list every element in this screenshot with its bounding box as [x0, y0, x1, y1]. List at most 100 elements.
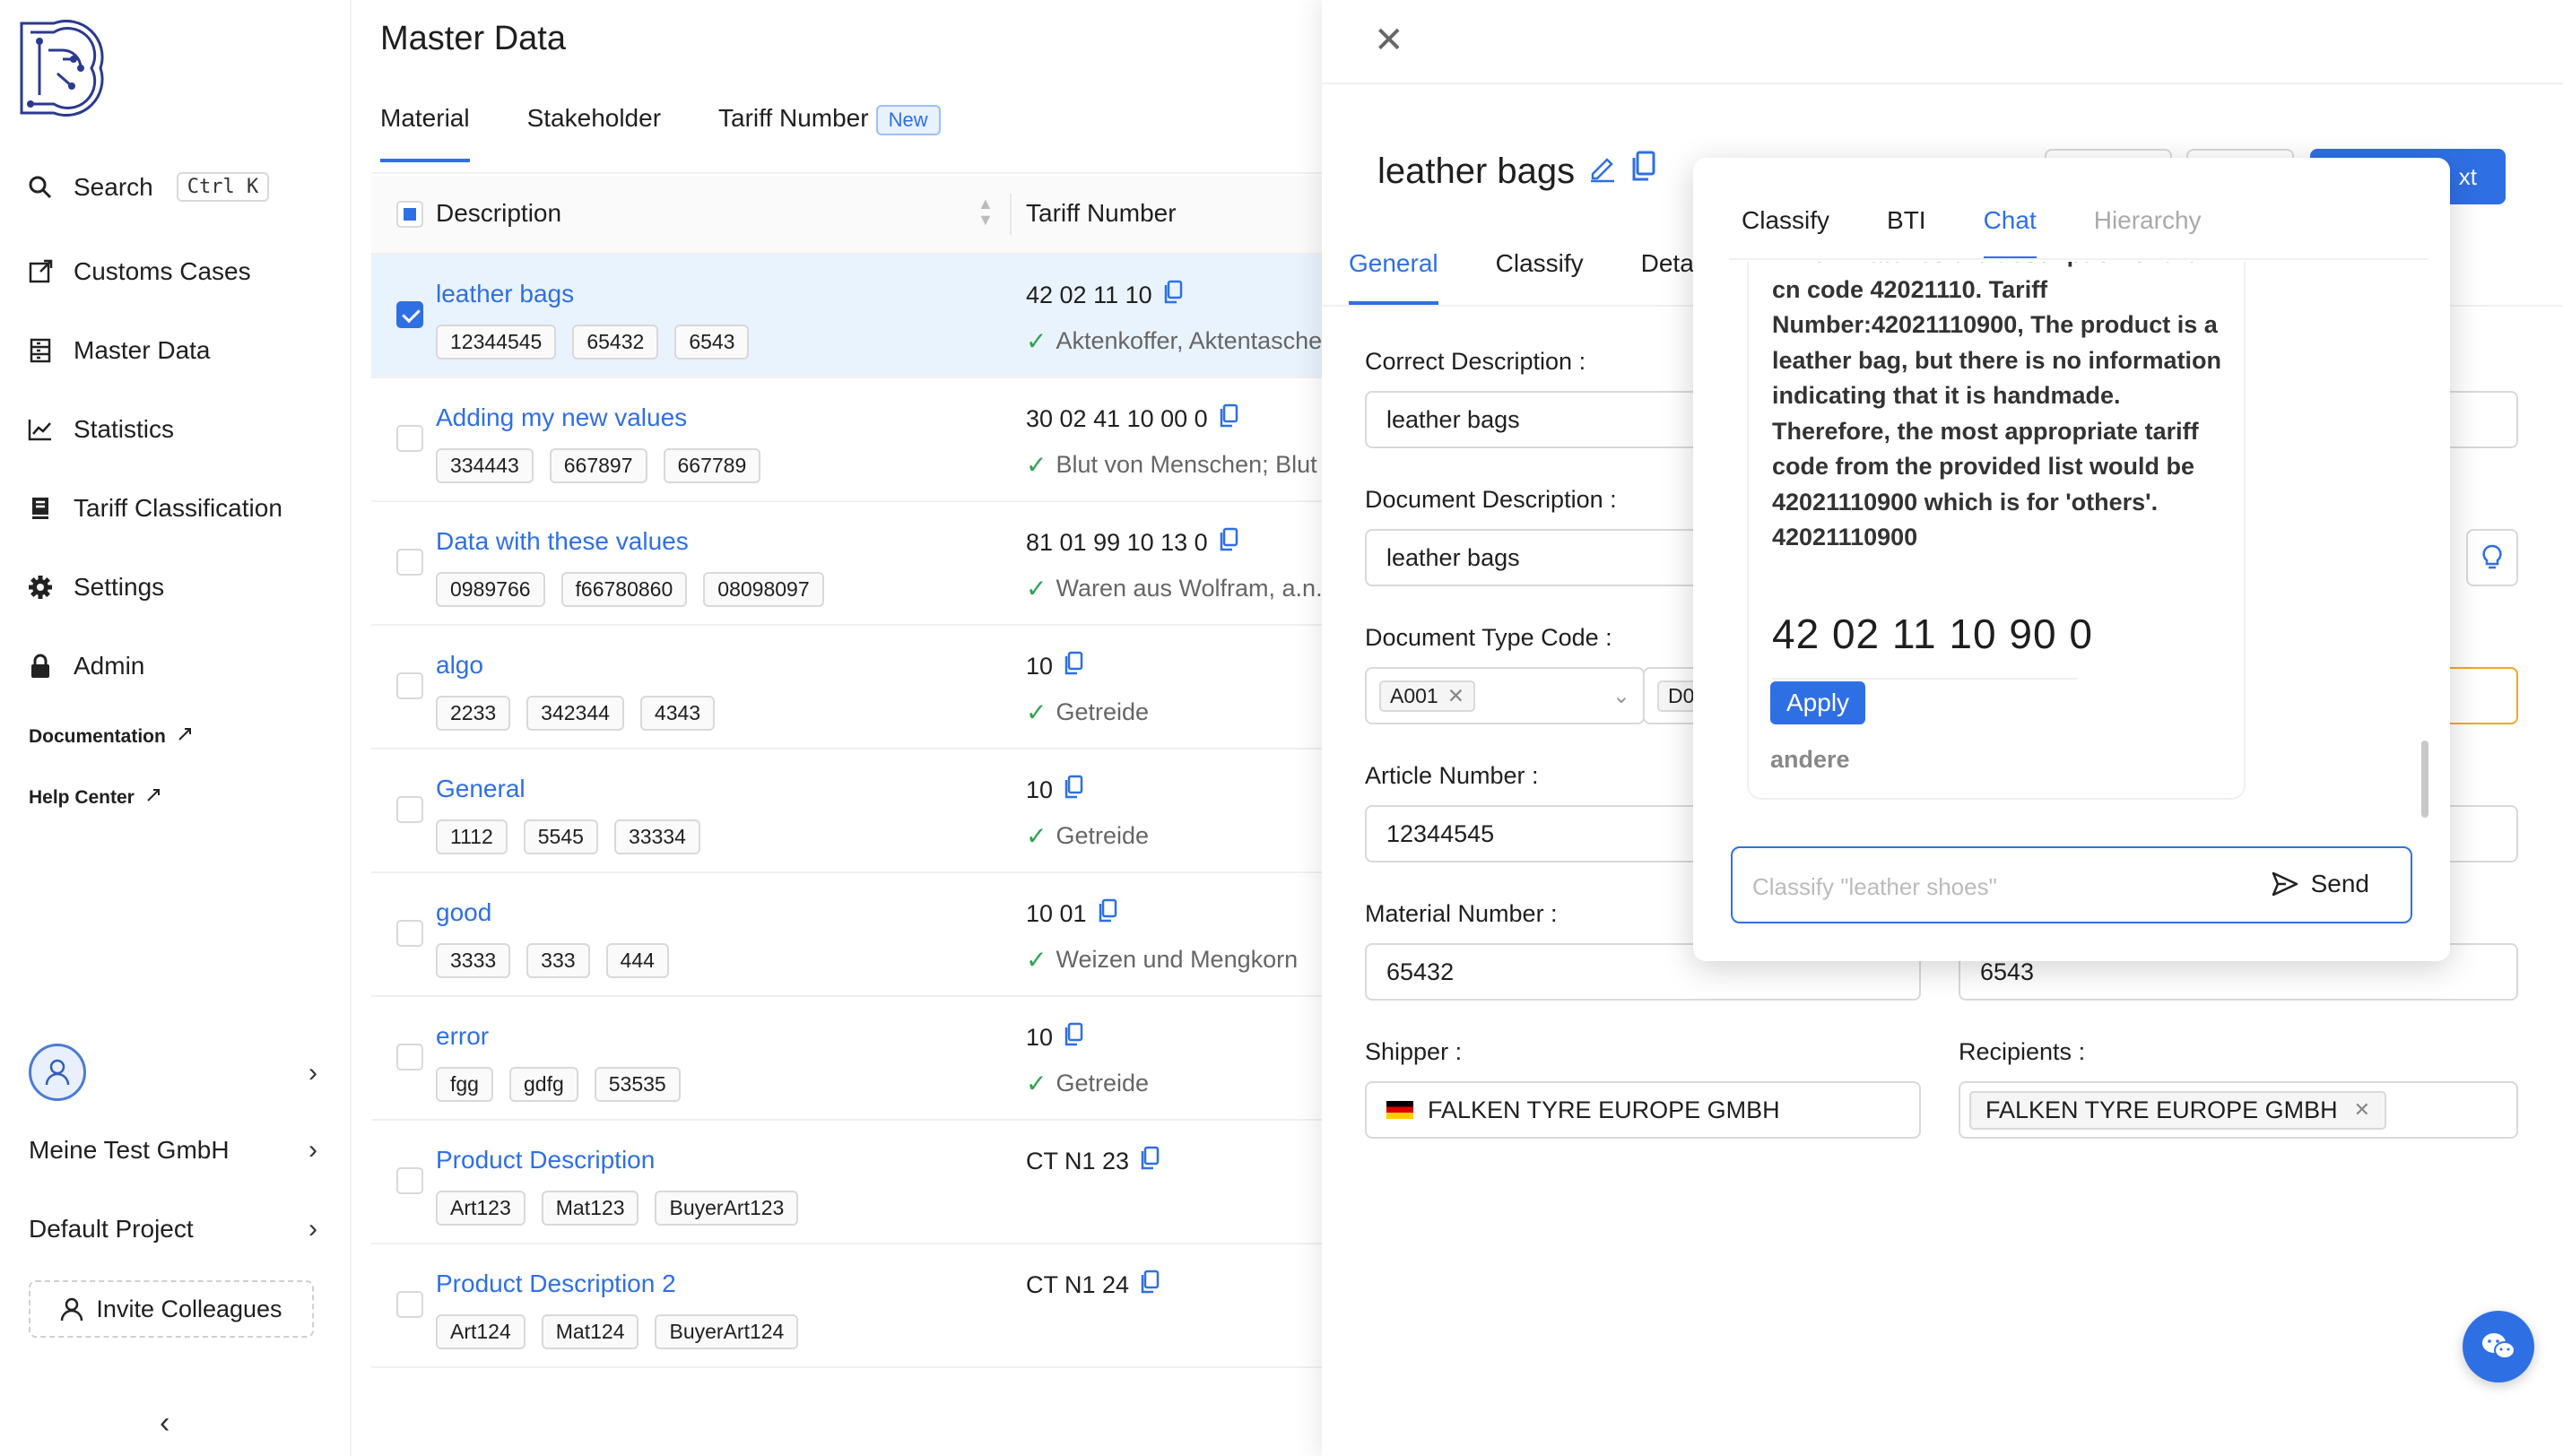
- row-checkbox[interactable]: [396, 672, 423, 699]
- copy-icon[interactable]: [1630, 151, 1657, 192]
- project-selector[interactable]: Default Project ›: [29, 1214, 317, 1244]
- row-description-link[interactable]: Product Description 2: [436, 1270, 676, 1298]
- shipper-label: Shipper :: [1365, 1038, 1463, 1065]
- row-checkbox[interactable]: [396, 549, 423, 576]
- tab-tariff-number[interactable]: Tariff Number New: [718, 104, 941, 162]
- collapse-sidebar-icon[interactable]: ‹: [160, 1406, 169, 1441]
- table-row[interactable]: leather bags 12344545 65432 6543 42 02 11 10…: [371, 255, 1335, 378]
- row-tag: 5545: [523, 819, 598, 854]
- row-tags: 12344545 65432 6543: [436, 325, 750, 360]
- drawer-title: leather bags: [1377, 151, 1657, 192]
- table-row[interactable]: Data with these values 0989766 f66780860 08…: [371, 502, 1336, 626]
- row-checkbox[interactable]: [396, 301, 423, 328]
- copy-icon[interactable]: [1064, 775, 1083, 806]
- recipients-select[interactable]: FALKEN TYRE EUROPE GMBH ✕: [1959, 1081, 2518, 1139]
- row-checkbox[interactable]: [396, 1167, 423, 1194]
- table-row[interactable]: algo 2233 342344 4343 10 ✓ Getreide: [371, 626, 1322, 750]
- document-type-code-select[interactable]: A001 ✕ ⌄: [1365, 667, 1645, 724]
- table-row[interactable]: Product Description 2 Art124 Mat124 BuyerAr…: [371, 1244, 1322, 1368]
- sidebar-item-customs-cases[interactable]: Customs Cases: [27, 257, 251, 286]
- check-icon: ✓: [1026, 1070, 1047, 1097]
- documentation-link[interactable]: Documentation: [29, 726, 193, 748]
- sidebar-item-master-data[interactable]: Master Data: [27, 336, 211, 365]
- row-checkbox[interactable]: [396, 796, 423, 823]
- sidebar-search[interactable]: Search Ctrl K: [27, 172, 270, 202]
- documentation-label: Documentation: [29, 726, 166, 747]
- copy-icon[interactable]: [1140, 1146, 1160, 1177]
- message-divider: [1772, 678, 2077, 680]
- sidebar-item-tariff-classification[interactable]: Tariff Classification: [27, 494, 282, 523]
- column-header-tariff[interactable]: Tariff Number: [1026, 199, 1177, 228]
- column-header-description[interactable]: Description: [436, 199, 561, 228]
- copy-icon[interactable]: [1219, 403, 1238, 435]
- copy-icon[interactable]: [1064, 1022, 1083, 1053]
- row-tariff-number: 42 02 11 10: [1026, 280, 1183, 311]
- row-checkbox[interactable]: [396, 425, 423, 452]
- send-button[interactable]: Send: [2272, 870, 2369, 898]
- copy-icon[interactable]: [1163, 280, 1183, 311]
- sidebar-item-statistics[interactable]: Statistics: [27, 415, 174, 444]
- chat-support-button[interactable]: [2463, 1311, 2534, 1382]
- tab-hierarchy[interactable]: Hierarchy: [2094, 206, 2202, 260]
- row-description-link[interactable]: error: [436, 1022, 489, 1051]
- edit-icon[interactable]: [1587, 152, 1618, 192]
- row-checkbox[interactable]: [396, 1291, 423, 1318]
- copy-icon[interactable]: [1098, 898, 1117, 930]
- tab-material[interactable]: Material: [380, 104, 470, 162]
- copy-icon[interactable]: [1064, 651, 1083, 682]
- row-tag: 0989766: [436, 572, 545, 607]
- sidebar-item-settings[interactable]: Settings: [27, 573, 164, 602]
- sidebar-item-admin[interactable]: Admin: [27, 652, 144, 680]
- chat-input[interactable]: Classify "leather shoes" Send: [1731, 846, 2412, 923]
- shipper-select[interactable]: FALKEN TYRE EUROPE GMBH: [1365, 1081, 1921, 1139]
- tab-bti[interactable]: BTI: [1887, 206, 1926, 260]
- copy-icon[interactable]: [1219, 527, 1238, 559]
- project-name: Default Project: [29, 1215, 194, 1243]
- row-tag: 4343: [639, 696, 716, 731]
- sort-icon[interactable]: ▲ ▼: [977, 195, 994, 228]
- row-description-link[interactable]: Adding my new values: [436, 403, 687, 432]
- tab-general[interactable]: General: [1349, 249, 1438, 305]
- row-description-link[interactable]: good: [436, 898, 491, 927]
- chat-scrollbar[interactable]: [2421, 741, 2428, 818]
- user-menu-expand[interactable]: ›: [29, 1058, 317, 1088]
- help-center-link[interactable]: Help Center: [29, 787, 161, 809]
- row-tag: Art124: [436, 1314, 526, 1349]
- tab-classify[interactable]: Classify: [1496, 249, 1584, 305]
- suggest-button[interactable]: [2466, 529, 2518, 586]
- remove-tag-icon[interactable]: ✕: [2354, 1098, 2370, 1122]
- copy-icon[interactable]: [1140, 1270, 1160, 1301]
- row-description-link[interactable]: Product Description: [436, 1146, 655, 1174]
- company-selector[interactable]: Meine Test GmbH ›: [29, 1135, 317, 1166]
- table-row[interactable]: General 1112 5545 33334 10 ✓ Getreide: [371, 750, 1322, 873]
- recipients-label: Recipients :: [1959, 1038, 2086, 1065]
- row-description-link[interactable]: algo: [436, 651, 483, 680]
- chat-input-placeholder: Classify "leather shoes": [1752, 873, 1997, 900]
- tariff-number-text: 10 01: [1026, 900, 1087, 927]
- close-icon[interactable]: ✕: [1374, 20, 1404, 61]
- lock-icon: [27, 653, 54, 680]
- tab-stakeholder[interactable]: Stakeholder: [527, 104, 661, 162]
- select-all-checkbox[interactable]: [396, 201, 423, 228]
- table-row[interactable]: Adding my new values 334443 667897 667789 30…: [371, 378, 1336, 502]
- row-description-link[interactable]: leather bags: [436, 280, 574, 308]
- table-row[interactable]: Product Description Art123 Mat123 BuyerArt1…: [371, 1121, 1322, 1244]
- invite-colleagues-button[interactable]: Invite Colleagues: [29, 1280, 314, 1338]
- search-icon: [27, 174, 54, 201]
- table-row[interactable]: error fgg gdfg 53535 10 ✓ Getreide: [371, 997, 1322, 1121]
- external-link-icon: [177, 726, 193, 748]
- table-row[interactable]: good 3333 333 444 10 01 ✓ Weizen und Mengkorn: [371, 873, 1322, 997]
- row-checkbox[interactable]: [396, 1044, 423, 1070]
- apply-button[interactable]: Apply: [1770, 681, 1866, 724]
- row-checkbox[interactable]: [396, 920, 423, 947]
- remove-tag-icon[interactable]: ✕: [1447, 684, 1464, 708]
- tab-chat[interactable]: Chat: [1983, 206, 2037, 260]
- row-tags: fgg gdfg 53535: [436, 1067, 681, 1102]
- row-description-link[interactable]: Data with these values: [436, 527, 689, 556]
- row-description-link[interactable]: General: [436, 775, 526, 803]
- check-icon: ✓: [1026, 946, 1047, 974]
- line-chart-icon: [27, 416, 54, 443]
- tab-classify[interactable]: Classify: [1742, 206, 1829, 260]
- sidebar-item-label: Settings: [74, 573, 165, 601]
- app-logo[interactable]: [18, 19, 106, 117]
